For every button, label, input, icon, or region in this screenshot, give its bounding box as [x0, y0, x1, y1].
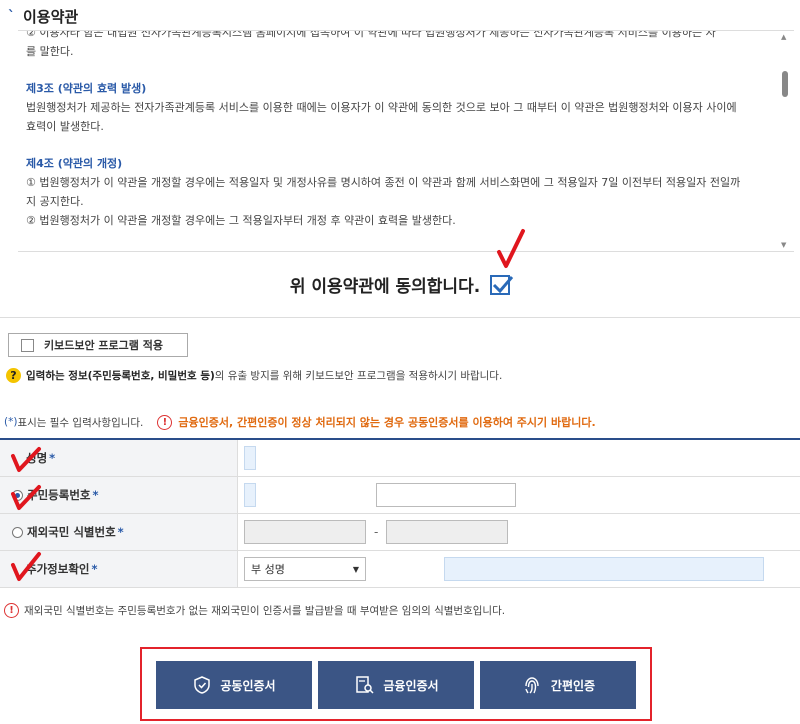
certificate-key-icon — [356, 676, 374, 694]
required-mark: * — [49, 451, 56, 465]
article-4-title: 제4조 (약관의 개정) — [26, 157, 123, 170]
terms-content: ② 이용자라 함은 대법원 전자가족관계등록시스템 홈페이지에 접속하여 이 약… — [26, 30, 768, 230]
keyboard-security-toggle[interactable]: 키보드보안 프로그램 적용 — [8, 333, 188, 357]
shield-check-icon — [194, 676, 211, 694]
foreigner-back-input[interactable] — [386, 520, 509, 544]
section-title: ˋ 이용약관 — [8, 6, 78, 27]
extra-label-cell: 추가정보확인 * — [0, 551, 238, 587]
financial-cert-label: 금융인증서 — [383, 678, 439, 693]
agree-checkbox[interactable] — [490, 274, 514, 295]
dropdown-caret-icon: ▼ — [352, 564, 359, 574]
simple-auth-label: 간편인증 — [550, 678, 596, 693]
warning-icon: ! — [157, 414, 173, 430]
rrn-front-input[interactable] — [244, 483, 256, 507]
foreigner-footnote: ! 재외국민 식별번호는 주민등록번호가 없는 재외국민이 인증서를 발급받을 … — [4, 603, 505, 618]
auth-buttons-highlight: 공동인증서 금융인증서 간편인증 — [140, 647, 652, 721]
question-icon: ? — [6, 368, 21, 383]
foreigner-front-input[interactable] — [244, 520, 366, 544]
foreigner-label-cell: 재외국민 식별번호 * — [0, 514, 238, 550]
name-value-cell — [238, 440, 800, 476]
terms-scrollbar[interactable]: ▲ ▼ — [780, 31, 790, 251]
terms-line: ① 법원행정처가 이 약관을 개정할 경우에는 적용일자 및 개정사유를 명시하… — [26, 176, 741, 189]
rrn-label-cell: 주민등록번호 * — [0, 477, 238, 513]
warning-icon: ! — [4, 603, 19, 618]
checkmark-icon — [493, 275, 514, 293]
scroll-down-arrow-icon[interactable]: ▼ — [781, 241, 786, 249]
name-label: 성명 — [26, 451, 48, 465]
foreigner-label: 재외국민 식별번호 — [27, 525, 116, 539]
terms-scroll-box[interactable]: ② 이용자라 함은 대법원 전자가족관계등록시스템 홈페이지에 접속하여 이 약… — [18, 30, 794, 252]
keyboard-security-checkbox[interactable] — [21, 338, 34, 352]
form-row-extra: 추가정보확인 * 부 성명 ▼ — [0, 551, 800, 588]
keyboard-info-line: ? 입력하는 정보(주민등록번호, 비밀번호 등) 의 유출 방지를 위해 키보… — [6, 368, 502, 383]
required-mark: * — [91, 562, 98, 576]
required-note: (*) 표시는 필수 입력사항입니다. ! 금융인증서, 간편인증이 정상 처리… — [4, 414, 596, 430]
extra-value-cell: 부 성명 ▼ — [238, 551, 800, 587]
name-label-cell: 성명 * — [0, 440, 238, 476]
terms-line: 를 말한다. — [26, 45, 74, 58]
financial-cert-button[interactable]: 금융인증서 — [318, 661, 474, 709]
divider — [0, 317, 800, 318]
extra-info-input[interactable] — [444, 557, 764, 581]
foreigner-value-cell: - — [238, 514, 800, 550]
terms-line: ② 이용자라 함은 대법원 전자가족관계등록시스템 홈페이지에 접속하여 이 약… — [26, 30, 716, 39]
form-row-rrn: 주민등록번호 * — [0, 477, 800, 514]
foreigner-radio[interactable] — [12, 526, 23, 538]
info-prefix: 입력하는 정보(주민등록번호, 비밀번호 등) — [26, 370, 215, 382]
info-suffix: 의 유출 방지를 위해 키보드보안 프로그램을 적용하시기 바랍니다. — [214, 370, 503, 382]
rrn-back-input[interactable] — [376, 483, 516, 507]
required-text: 표시는 필수 입력사항입니다. — [17, 416, 144, 429]
form-row-name: 성명 * — [0, 440, 800, 477]
scroll-thumb[interactable] — [782, 71, 788, 97]
rrn-value-cell — [238, 477, 800, 513]
simple-auth-button[interactable]: 간편인증 — [480, 661, 636, 709]
name-input[interactable] — [244, 446, 256, 470]
required-star: (*) — [4, 416, 18, 428]
keyboard-security-label: 키보드보안 프로그램 적용 — [44, 339, 163, 352]
footnote-text: 재외국민 식별번호는 주민등록번호가 없는 재외국민이 인증서를 발급받을 때 … — [24, 605, 506, 617]
rrn-radio[interactable] — [12, 489, 23, 501]
terms-line: 법원행정처가 제공하는 전자가족관계등록 서비스를 이용한 때에는 이용자가 이… — [26, 101, 737, 114]
extra-info-select[interactable]: 부 성명 ▼ — [244, 557, 366, 581]
agree-label: 위 이용약관에 동의합니다. — [289, 277, 481, 297]
extra-select-value: 부 성명 — [251, 563, 285, 576]
rrn-label: 주민등록번호 — [27, 488, 91, 502]
section-title-text: 이용약관 — [23, 8, 79, 26]
identity-form: 성명 * 주민등록번호 * 재외국민 식별번호 * - 추가정보확인 * 부 성… — [0, 438, 800, 588]
article-3-title: 제3조 (약관의 효력 발생) — [26, 82, 147, 95]
required-mark: * — [92, 488, 99, 502]
fingerprint-icon — [525, 677, 539, 694]
joint-cert-label: 공동인증서 — [220, 678, 276, 693]
form-row-foreigner: 재외국민 식별번호 * - — [0, 514, 800, 551]
agree-row: 위 이용약관에 동의합니다. — [0, 272, 800, 297]
bullet-icon: ˋ — [8, 8, 15, 25]
required-mark: * — [117, 525, 124, 539]
terms-line: 효력이 발생한다. — [26, 120, 104, 133]
joint-cert-button[interactable]: 공동인증서 — [156, 661, 312, 709]
dash: - — [374, 525, 379, 539]
extra-label: 추가정보확인 — [26, 562, 90, 576]
terms-line: 지 공지한다. — [26, 195, 84, 208]
scroll-up-arrow-icon[interactable]: ▲ — [781, 33, 786, 41]
auth-warning-text: 금융인증서, 간편인증이 정상 처리되지 않는 경우 공동인증서를 이용하여 주… — [178, 416, 596, 429]
terms-line: ② 법원행정처가 이 약관을 개정할 경우에는 그 적용일자부터 개정 후 약관… — [26, 214, 456, 227]
